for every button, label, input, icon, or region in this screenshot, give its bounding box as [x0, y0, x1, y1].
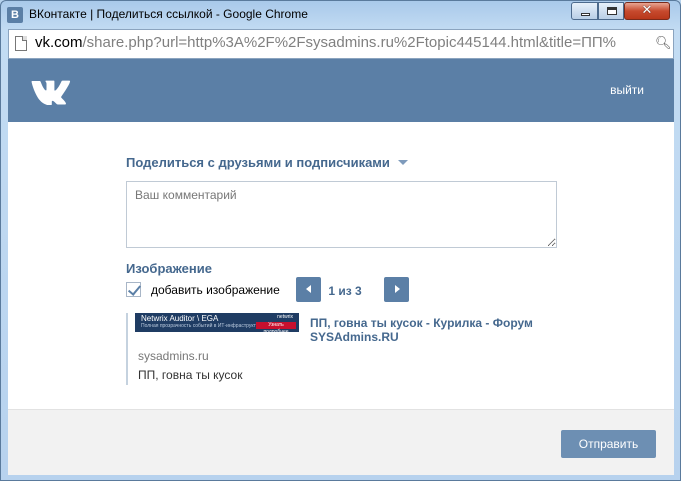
- vk-logo-icon[interactable]: [30, 77, 78, 105]
- maximize-button[interactable]: [598, 2, 624, 20]
- comment-input[interactable]: [126, 181, 557, 248]
- preview-description: ПП, говна ты кусок: [138, 368, 243, 382]
- link-preview: Netwrix Auditor \ EGA Полная прозрачност…: [126, 313, 548, 385]
- preview-domain: sysadmins.ru: [138, 349, 209, 363]
- image-pager-counter: 1 из 3: [328, 284, 362, 298]
- banner-title: Netwrix Auditor \ EGA: [141, 314, 219, 323]
- banner-badge: Узнать подробнее: [256, 322, 296, 332]
- add-image-label[interactable]: добавить изображение: [151, 283, 280, 297]
- zoom-icon[interactable]: 🔍︎: [655, 36, 672, 50]
- vk-app-icon: В: [7, 7, 23, 23]
- browser-window: В ВКонтакте | Поделиться ссылкой - Googl…: [0, 0, 681, 481]
- preview-link-title[interactable]: ПП, говна ты кусок - Курилка - Форум SYS…: [310, 316, 540, 344]
- address-bar[interactable]: vk.com/share.php?url=http%3A%2F%2Fsysadm…: [8, 29, 674, 59]
- add-image-checkbox[interactable]: [126, 282, 142, 297]
- share-audience-label: Поделиться с друзьями и подписчиками: [126, 155, 390, 170]
- banner-subtitle: Полная прозрачность событий в ИТ-инфраст…: [141, 323, 264, 329]
- arrow-right-icon: [395, 285, 400, 293]
- footer-bar: Отправить: [8, 409, 674, 475]
- minimize-icon: [572, 3, 597, 19]
- url-text[interactable]: vk.com/share.php?url=http%3A%2F%2Fsysadm…: [35, 34, 655, 51]
- chevron-down-icon: [397, 160, 408, 165]
- page-icon: [15, 36, 27, 51]
- checkmark-icon: [127, 282, 142, 296]
- logout-link[interactable]: выйти: [610, 83, 644, 97]
- image-section-title: Изображение: [126, 261, 212, 276]
- minimize-button[interactable]: [571, 2, 598, 20]
- window-bottom-border: [1, 475, 680, 481]
- close-icon: ✕: [641, 3, 653, 18]
- maximize-icon: [599, 3, 623, 19]
- url-path: /share.php?url=http%3A%2F%2Fsysadmins.ru…: [82, 34, 617, 51]
- title-bar[interactable]: В ВКонтакте | Поделиться ссылкой - Googl…: [1, 1, 680, 29]
- banner-brand: netwrix: [277, 314, 293, 320]
- preview-image: Netwrix Auditor \ EGA Полная прозрачност…: [135, 313, 299, 332]
- next-image-button[interactable]: [384, 277, 409, 302]
- page-viewport: выйти Поделиться с друзьями и подписчика…: [8, 59, 674, 475]
- close-button[interactable]: ✕: [624, 2, 670, 20]
- submit-button[interactable]: Отправить: [561, 430, 656, 458]
- vk-header: выйти: [8, 59, 674, 122]
- window-title: ВКонтакте | Поделиться ссылкой - Google …: [29, 7, 308, 21]
- share-audience-dropdown[interactable]: Поделиться с друзьями и подписчиками: [126, 155, 408, 170]
- url-host: vk.com: [35, 34, 83, 51]
